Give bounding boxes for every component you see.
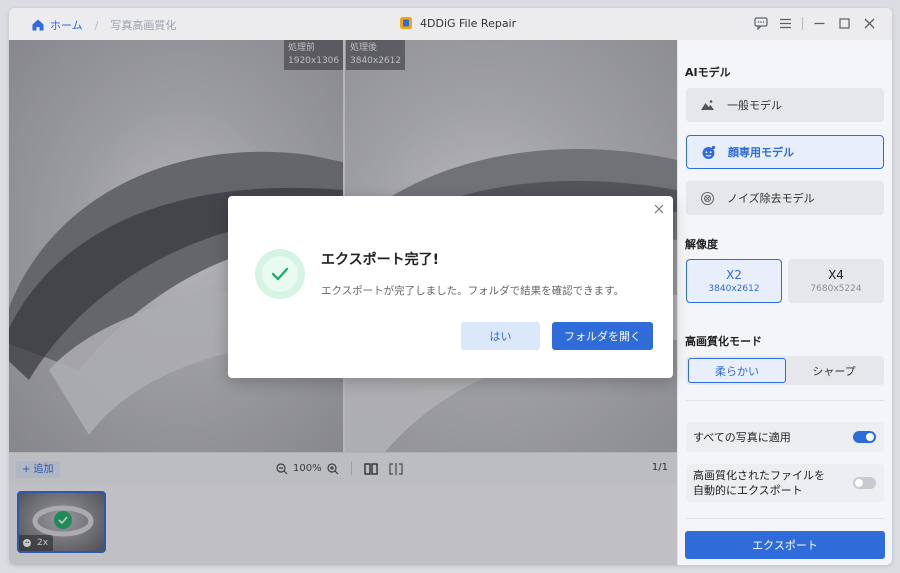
feedback-icon[interactable] <box>752 15 769 32</box>
resolution-x4-size: 7680x5224 <box>810 284 862 294</box>
success-check-icon <box>255 249 305 299</box>
apply-all-row: すべての写真に適用 <box>686 422 884 452</box>
breadcrumb-home[interactable]: ホーム <box>50 17 83 33</box>
dialog-message: エクスポートが完了しました。フォルダで結果を確認できます。 <box>321 285 625 297</box>
success-check-inner <box>262 256 298 292</box>
resolution-title: 解像度 <box>685 238 718 251</box>
controls-divider <box>802 17 803 30</box>
auto-export-text: 高画質化されたファイルを 自動的にエクスポート <box>693 468 825 498</box>
mode-title: 高画質化モード <box>685 335 762 348</box>
window-controls <box>752 15 878 32</box>
dialog-title: エクスポート完了! <box>321 252 439 268</box>
app-title: 4DDiG File Repair <box>399 16 516 30</box>
breadcrumb-current: 写真高画質化 <box>110 19 177 32</box>
auto-export-toggle[interactable] <box>853 477 876 489</box>
resolution-x2-size: 3840x2612 <box>708 284 760 294</box>
auto-export-row: 高画質化されたファイルを 自動的にエクスポート <box>686 464 884 502</box>
model-face-button[interactable]: 顔専用モデル <box>686 135 884 169</box>
auto-export-label-1: 高画質化されたファイルを <box>693 469 825 482</box>
mode-soft-button[interactable]: 柔らかい <box>688 358 786 383</box>
resolution-x4-label: X4 <box>828 268 844 282</box>
minimize-icon[interactable] <box>811 15 828 32</box>
open-folder-button[interactable]: フォルダを開く <box>552 322 653 350</box>
mode-segmented-control: 柔らかい シャープ <box>686 356 884 385</box>
app-logo-icon <box>400 17 412 29</box>
resolution-x4-button[interactable]: X4 7680x5224 <box>788 259 884 303</box>
yes-button[interactable]: はい <box>461 322 540 350</box>
export-complete-dialog: エクスポート完了! エクスポートが完了しました。フォルダで結果を確認できます。 … <box>228 196 673 378</box>
auto-export-toggle-knob <box>855 479 863 487</box>
model-face-label: 顔専用モデル <box>728 146 794 159</box>
ai-model-title: AIモデル <box>685 66 731 79</box>
model-general-button[interactable]: 一般モデル <box>686 88 884 122</box>
noise-icon <box>699 190 715 206</box>
resolution-x2-button[interactable]: X2 3840x2612 <box>686 259 782 303</box>
model-noise-button[interactable]: ノイズ除去モデル <box>686 181 884 215</box>
menu-icon[interactable] <box>777 15 794 32</box>
close-window-icon[interactable] <box>861 15 878 32</box>
apply-all-toggle[interactable] <box>853 431 876 443</box>
model-noise-label: ノイズ除去モデル <box>727 192 815 205</box>
export-button[interactable]: エクスポート <box>685 531 885 559</box>
panel-divider <box>686 400 884 401</box>
home-icon[interactable] <box>31 18 45 32</box>
title-bar: ホーム / 写真高画質化 4DDiG File Repair <box>9 8 892 40</box>
apply-all-toggle-knob <box>866 433 874 441</box>
resolution-x2-label: X2 <box>726 268 742 282</box>
model-general-label: 一般モデル <box>727 99 782 112</box>
dialog-close-icon[interactable] <box>653 203 665 215</box>
app-title-text: 4DDiG File Repair <box>420 16 517 30</box>
auto-export-label-2: 自動的にエクスポート <box>693 484 803 497</box>
maximize-icon[interactable] <box>836 15 853 32</box>
apply-all-label: すべての写真に適用 <box>693 431 791 444</box>
mode-sharp-button[interactable]: シャープ <box>786 358 882 383</box>
panel-divider-bottom <box>686 518 884 519</box>
mountain-icon <box>699 97 715 113</box>
face-icon <box>700 144 716 160</box>
breadcrumb-separator: / <box>94 18 99 32</box>
breadcrumb: ホーム / 写真高画質化 <box>31 17 176 33</box>
settings-panel: AIモデル 一般モデル 顔専用モデル ノイズ除去モデル 解像度 X2 3840x… <box>677 40 892 565</box>
